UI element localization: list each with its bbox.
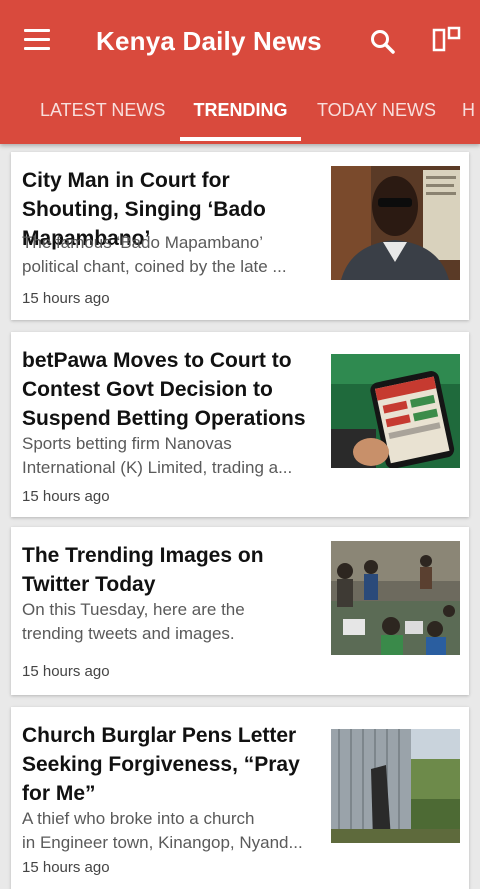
article-description-line-2: in Engineer town, Kinangop, Nyand... <box>22 833 303 852</box>
article-description-line-2: trending tweets and images. <box>22 624 235 643</box>
article-title: betPawa Moves to Court to Contest Govt D… <box>22 349 306 430</box>
saved-articles-icon[interactable] <box>430 24 464 56</box>
article-thumbnail <box>331 354 460 468</box>
article-timestamp: 15 hours ago <box>22 663 110 680</box>
app-title: Kenya Daily News <box>96 26 322 56</box>
article-description-line-2: political chant, coined by the late ... <box>22 257 287 276</box>
article-card[interactable]: City Man in Court for Shouting, Singing … <box>11 152 469 320</box>
tab-partial[interactable]: H <box>462 84 480 144</box>
article-thumbnail <box>331 729 460 843</box>
tab-trending[interactable]: TRENDING <box>180 84 301 144</box>
article-description-line-1: On this Tuesday, here are the <box>22 600 245 619</box>
article-timestamp: 15 hours ago <box>22 290 110 307</box>
category-tabs: LATEST NEWS TRENDING TODAY NEWS H <box>0 84 480 144</box>
tab-latest-news[interactable]: LATEST NEWS <box>40 84 165 144</box>
tab-today-news[interactable]: TODAY NEWS <box>317 84 436 144</box>
article-thumbnail <box>331 166 460 280</box>
article-timestamp: 15 hours ago <box>22 488 110 505</box>
article-card[interactable]: Church Burglar Pens Letter Seeking Forgi… <box>11 707 469 889</box>
search-icon[interactable] <box>369 28 397 56</box>
article-title: Church Burglar Pens Letter Seeking Forgi… <box>22 724 300 805</box>
toolbar: Kenya Daily News <box>0 0 480 84</box>
active-tab-indicator <box>180 137 301 141</box>
article-card[interactable]: The Trending Images on Twitter Today On … <box>11 527 469 695</box>
article-description-line-1: A thief who broke into a church <box>22 809 255 828</box>
article-timestamp: 15 hours ago <box>22 859 110 876</box>
app-bar: Kenya Daily News LATEST NEWS TRENDING TO… <box>0 0 480 144</box>
article-card[interactable]: betPawa Moves to Court to Contest Govt D… <box>11 332 469 517</box>
article-title: The Trending Images on Twitter Today <box>22 544 264 596</box>
article-thumbnail <box>331 541 460 655</box>
article-description-line-2: International (K) Limited, trading a... <box>22 458 293 477</box>
article-description-line-1: The famous ‘Bado Mapambano’ <box>22 233 263 252</box>
hamburger-menu-icon[interactable] <box>24 29 50 51</box>
article-description-line-1: Sports betting firm Nanovas <box>22 434 232 453</box>
news-feed[interactable]: City Man in Court for Shouting, Singing … <box>0 144 480 889</box>
